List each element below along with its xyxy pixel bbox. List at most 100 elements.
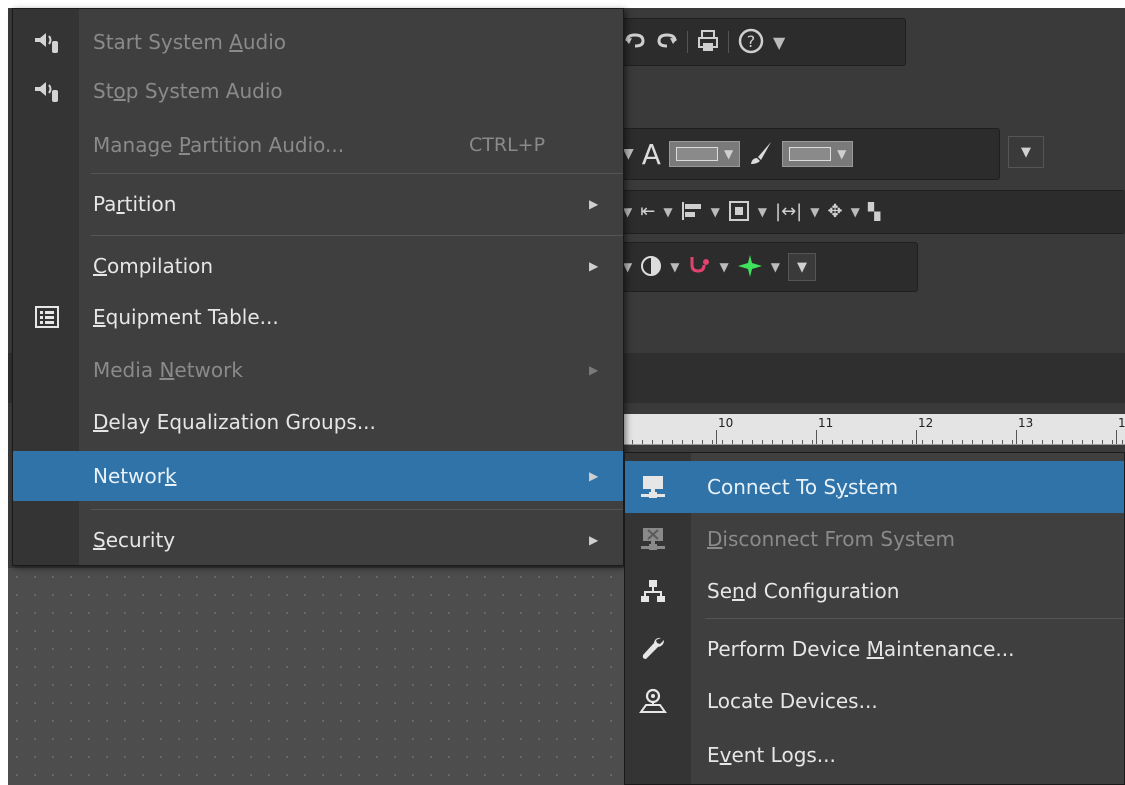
center-icon[interactable] bbox=[728, 200, 750, 225]
menu-item-network[interactable]: Network ▶ bbox=[13, 451, 623, 501]
chevron-down-icon[interactable]: ▼ bbox=[711, 205, 720, 219]
chevron-down-icon[interactable]: ▼ bbox=[771, 260, 780, 274]
submenu-arrow-icon: ▶ bbox=[589, 197, 599, 211]
ruler-tick bbox=[812, 440, 813, 444]
menu-item-label: Media Network bbox=[93, 358, 243, 382]
ruler-tick bbox=[892, 440, 893, 444]
ruler-tick bbox=[902, 440, 903, 444]
ruler-tick bbox=[1052, 440, 1053, 444]
ruler-tick bbox=[942, 440, 943, 444]
ruler-tick bbox=[782, 440, 783, 444]
redo-icon[interactable] bbox=[655, 32, 679, 53]
menu-item-start-system-audio[interactable]: Start System Audio bbox=[13, 17, 623, 67]
menu-item-equipment-table[interactable]: Equipment Table... bbox=[13, 292, 623, 342]
ruler-tick bbox=[802, 440, 803, 444]
ruler-tick bbox=[1122, 440, 1123, 444]
submenu-item-perform-device-maintenance[interactable]: Perform Device Maintenance... bbox=[625, 623, 1124, 675]
ruler-tick bbox=[1012, 440, 1013, 444]
mnemonic-underline: S bbox=[93, 528, 106, 552]
menu-separator bbox=[91, 173, 623, 174]
stethoscope-icon[interactable] bbox=[687, 254, 711, 281]
space-horizontal-icon[interactable]: |↔| bbox=[775, 203, 802, 221]
chevron-down-icon: ▼ bbox=[837, 147, 847, 161]
ruler-tick bbox=[952, 440, 953, 444]
toolbar-overflow-dropdown[interactable]: ▼ bbox=[773, 33, 785, 52]
menu-item-shortcut: CTRL+P bbox=[469, 134, 546, 156]
print-icon[interactable] bbox=[696, 29, 720, 56]
arrange-icon[interactable]: ▚ bbox=[868, 204, 880, 220]
ruler-tick bbox=[672, 440, 673, 444]
submenu-item-connect-to-system[interactable]: Connect To System bbox=[625, 461, 1124, 513]
fill-color-picker[interactable]: ▼ bbox=[782, 141, 854, 167]
effects-toolbar-overflow-dropdown[interactable]: ▼ bbox=[787, 253, 816, 281]
move-icon[interactable]: ✥ bbox=[827, 203, 842, 221]
topology-icon bbox=[637, 575, 669, 607]
menu-item-security[interactable]: Security ▶ bbox=[13, 515, 623, 565]
ruler-tick bbox=[1002, 440, 1003, 444]
ruler-tick bbox=[682, 440, 683, 444]
chevron-down-icon[interactable]: ▼ bbox=[810, 205, 819, 219]
submenu-item-event-logs[interactable]: Event Logs... bbox=[625, 729, 1124, 781]
brush-icon[interactable] bbox=[748, 140, 774, 169]
menu-item-manage-partition-audio[interactable]: Manage Partition Audio... CTRL+P bbox=[13, 120, 623, 170]
chevron-down-icon[interactable]: ▼ bbox=[758, 205, 767, 219]
mnemonic-underline: D bbox=[93, 410, 109, 434]
menu-item-stop-system-audio[interactable]: Stop System Audio bbox=[13, 66, 623, 116]
undo-icon[interactable] bbox=[623, 32, 647, 53]
ruler-label: 10 bbox=[718, 416, 734, 430]
ruler-tick bbox=[632, 440, 633, 444]
ruler-tick bbox=[962, 440, 963, 444]
submenu-item-label: Event Logs... bbox=[707, 743, 836, 767]
menu-separator bbox=[705, 618, 1124, 619]
toolbar-separator bbox=[687, 31, 688, 53]
chevron-down-icon[interactable]: ▼ bbox=[670, 260, 679, 274]
contrast-icon[interactable] bbox=[640, 255, 662, 280]
chevron-down-icon[interactable]: ▼ bbox=[663, 205, 672, 219]
ruler-major-tick bbox=[916, 430, 917, 444]
menu-item-label: Compilation bbox=[93, 254, 214, 278]
ruler-tick bbox=[1102, 440, 1103, 444]
submenu-item-disconnect-from-system[interactable]: Disconnect From System bbox=[625, 513, 1124, 565]
ruler-tick bbox=[982, 440, 983, 444]
submenu-item-label: Connect To System bbox=[707, 475, 899, 499]
indent-left-icon[interactable]: ⇤ bbox=[640, 203, 655, 221]
menu-item-delay-equalization-groups[interactable]: Delay Equalization Groups... bbox=[13, 397, 623, 447]
font-color-icon[interactable]: A bbox=[642, 138, 661, 171]
drawing-canvas[interactable] bbox=[8, 568, 628, 785]
font-color-picker[interactable]: ▼ bbox=[668, 141, 741, 167]
menu-item-label: Network bbox=[93, 464, 177, 488]
map-pin-icon bbox=[637, 685, 669, 717]
menu-item-compilation[interactable]: Compilation ▶ bbox=[13, 241, 623, 291]
menu-separator bbox=[91, 509, 623, 510]
menu-item-partition[interactable]: Partition ▶ bbox=[13, 179, 623, 229]
ruler-tick bbox=[662, 440, 663, 444]
system-menu: Start System Audio Stop System Audio Manag… bbox=[12, 8, 624, 566]
chevron-down-icon[interactable]: ▼ bbox=[719, 260, 728, 274]
help-icon[interactable]: ? bbox=[737, 27, 765, 58]
menu-item-media-network[interactable]: Media Network ▶ bbox=[13, 345, 623, 395]
glow-effect-icon[interactable] bbox=[737, 254, 763, 281]
ruler-tick bbox=[822, 440, 823, 444]
format-toolbar-overflow-dropdown[interactable]: ▼ bbox=[1008, 136, 1044, 168]
mnemonic-underline: D bbox=[707, 527, 723, 551]
network-submenu: Connect To System Disconnect From System S… bbox=[624, 452, 1125, 785]
chevron-down-icon[interactable]: ▼ bbox=[851, 205, 860, 219]
submenu-item-send-configuration[interactable]: Send Configuration bbox=[625, 565, 1124, 617]
align-left-icon[interactable] bbox=[681, 201, 703, 224]
chevron-down-icon[interactable]: ▼ bbox=[623, 260, 632, 274]
ruler-major-tick bbox=[1116, 430, 1117, 444]
network-connect-icon bbox=[637, 471, 669, 503]
list-icon bbox=[31, 301, 63, 333]
effects-toolbar: ▼ ▼ ▼ ▼ ▼ bbox=[616, 242, 918, 292]
ruler-tick bbox=[922, 440, 923, 444]
ruler-label: 14 bbox=[1118, 416, 1125, 430]
ruler-tick bbox=[1062, 440, 1063, 444]
font-dropdown-arrow[interactable]: ▼ bbox=[623, 146, 634, 162]
menu-item-label: Start System Audio bbox=[93, 30, 287, 54]
ruler-tick bbox=[702, 440, 703, 444]
mnemonic-underline: C bbox=[93, 254, 107, 278]
submenu-item-locate-devices[interactable]: Locate Devices... bbox=[625, 675, 1124, 727]
chevron-down-icon[interactable]: ▼ bbox=[623, 205, 632, 219]
ruler-tick bbox=[692, 440, 693, 444]
ruler-tick bbox=[732, 440, 733, 444]
